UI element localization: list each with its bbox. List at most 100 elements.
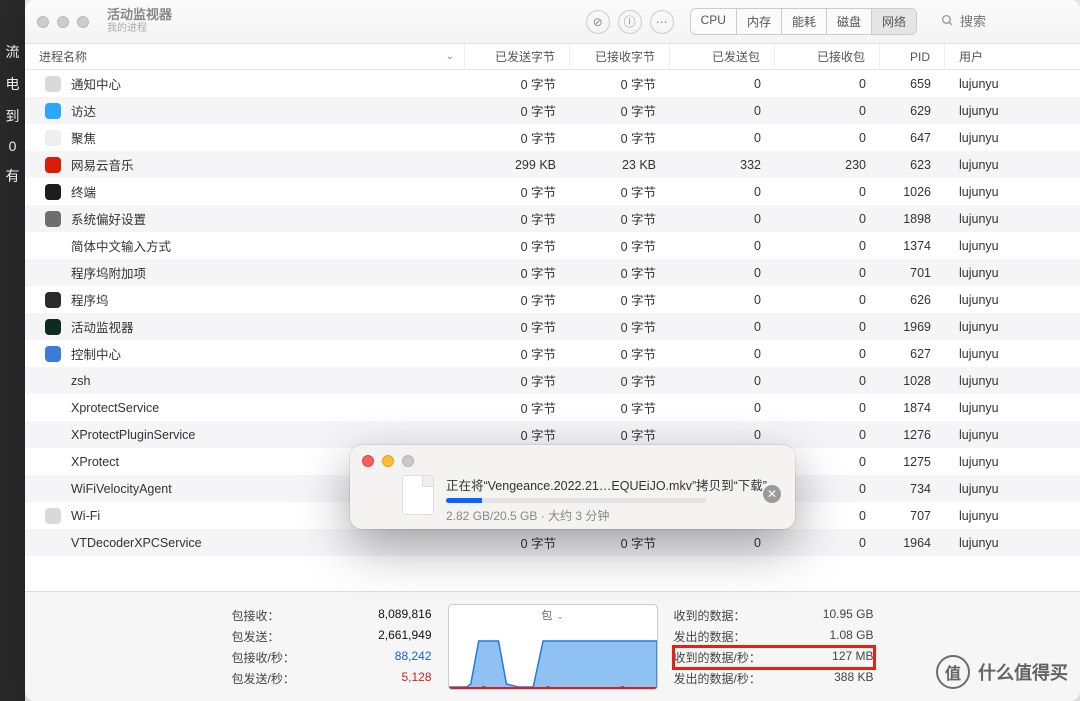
process-name: 访达 (71, 101, 96, 120)
cancel-copy-button[interactable]: ✕ (763, 485, 781, 503)
background-app-strip: 流电到0有 (0, 0, 25, 701)
process-name: 系统偏好设置 (71, 209, 146, 228)
col-header-recv-bytes[interactable]: 已接收字节 (570, 44, 670, 69)
process-icon (45, 211, 61, 227)
table-row[interactable]: 系统偏好设置0 字节0 字节001898lujunyu (25, 205, 1080, 232)
process-name: 程序坞附加项 (71, 263, 146, 282)
table-row[interactable]: 终端0 字节0 字节001026lujunyu (25, 178, 1080, 205)
window-subtitle: 我的进程 (107, 23, 172, 35)
process-icon (45, 508, 61, 524)
col-header-sent-pkts[interactable]: 已发送包 (670, 44, 775, 69)
stop-process-button[interactable]: ⊘ (586, 10, 610, 34)
table-row[interactable]: 程序坞附加项0 字节0 字节00701lujunyu (25, 259, 1080, 286)
table-row[interactable]: 通知中心0 字节0 字节00659lujunyu (25, 70, 1080, 97)
cell-recv-pkts: 0 (775, 320, 880, 334)
cell-recv-bytes: 0 字节 (570, 236, 670, 255)
process-icon (45, 292, 61, 308)
watermark-icon: 值 (936, 655, 970, 689)
process-icon (45, 427, 61, 443)
tab-网络[interactable]: 网络 (872, 9, 916, 34)
table-row[interactable]: XprotectService0 字节0 字节001874lujunyu (25, 394, 1080, 421)
search-input[interactable] (960, 14, 1060, 29)
col-header-recv-pkts[interactable]: 已接收包 (775, 44, 880, 69)
table-row[interactable]: 程序坞0 字节0 字节00626lujunyu (25, 286, 1080, 313)
cell-pid: 1964 (880, 536, 945, 550)
cell-sent-pkts: 0 (670, 428, 775, 442)
footer-stats: 包接收：8,089,816 包发送：2,661,949 包接收/秒：88,242… (25, 591, 1080, 701)
cell-user: lujunyu (945, 320, 1080, 334)
search-field[interactable] (933, 11, 1068, 33)
cell-recv-bytes: 0 字节 (570, 209, 670, 228)
cell-sent-pkts: 0 (670, 239, 775, 253)
col-header-sent-bytes[interactable]: 已发送字节 (465, 44, 570, 69)
cell-pid: 1969 (880, 320, 945, 334)
cell-recv-bytes: 0 字节 (570, 74, 670, 93)
cell-user: lujunyu (945, 509, 1080, 523)
table-row[interactable]: 聚焦0 字节0 字节00647lujunyu (25, 124, 1080, 151)
close-window-button[interactable] (37, 16, 49, 28)
process-name: zsh (71, 374, 90, 388)
table-row[interactable]: VTDecoderXPCService0 字节0 字节001964lujunyu (25, 529, 1080, 556)
cell-recv-bytes: 0 字节 (570, 263, 670, 282)
minimize-window-button[interactable] (57, 16, 69, 28)
cell-recv-bytes: 23 KB (570, 158, 670, 172)
process-name: 通知中心 (71, 74, 121, 93)
cell-sent-pkts: 0 (670, 131, 775, 145)
process-name: 控制中心 (71, 344, 121, 363)
popup-close-button[interactable] (362, 455, 374, 467)
table-row[interactable]: XProtectPluginService0 字节0 字节001276lujun… (25, 421, 1080, 448)
table-row[interactable]: 简体中文输入方式0 字节0 字节001374lujunyu (25, 232, 1080, 259)
cell-recv-pkts: 0 (775, 77, 880, 91)
tab-内存[interactable]: 内存 (737, 9, 782, 34)
table-row[interactable]: 网易云音乐299 KB23 KB332230623lujunyu (25, 151, 1080, 178)
process-name: WiFiVelocityAgent (71, 482, 172, 496)
cell-sent-pkts: 0 (670, 266, 775, 280)
cell-recv-pkts: 0 (775, 131, 880, 145)
table-row[interactable]: zsh0 字节0 字节001028lujunyu (25, 367, 1080, 394)
cell-pid: 626 (880, 293, 945, 307)
process-name: 聚焦 (71, 128, 96, 147)
cell-recv-pkts: 230 (775, 158, 880, 172)
popup-zoom-button[interactable] (402, 455, 414, 467)
cell-user: lujunyu (945, 104, 1080, 118)
search-icon (941, 14, 954, 30)
more-options-button[interactable]: ⋯ (650, 10, 674, 34)
cell-sent-bytes: 0 字节 (465, 371, 570, 390)
view-tabs: CPU内存能耗磁盘网络 (690, 8, 917, 35)
process-icon (45, 130, 61, 146)
info-button[interactable]: ⓘ (618, 10, 642, 34)
cell-recv-bytes: 0 字节 (570, 128, 670, 147)
col-header-pid[interactable]: PID (880, 44, 945, 69)
chevron-down-icon: ⌄ (556, 611, 564, 621)
cell-sent-bytes: 0 字节 (465, 263, 570, 282)
tab-磁盘[interactable]: 磁盘 (827, 9, 872, 34)
table-row[interactable]: 活动监视器0 字节0 字节001969lujunyu (25, 313, 1080, 340)
cell-recv-pkts: 0 (775, 401, 880, 415)
process-icon (45, 265, 61, 281)
cell-user: lujunyu (945, 374, 1080, 388)
cell-user: lujunyu (945, 482, 1080, 496)
process-icon (45, 346, 61, 362)
cell-sent-pkts: 0 (670, 320, 775, 334)
cell-recv-pkts: 0 (775, 293, 880, 307)
tab-能耗[interactable]: 能耗 (782, 9, 827, 34)
cell-recv-pkts: 0 (775, 347, 880, 361)
cell-sent-bytes: 0 字节 (465, 182, 570, 201)
copy-title: 正在将“Vengeance.2022.21…EQUEiJO.mkv”拷贝到“下载… (446, 475, 779, 494)
cell-sent-pkts: 0 (670, 347, 775, 361)
tab-CPU[interactable]: CPU (691, 9, 737, 34)
process-name: XProtectPluginService (71, 428, 195, 442)
cell-sent-bytes: 299 KB (465, 158, 570, 172)
cell-pid: 701 (880, 266, 945, 280)
col-header-user[interactable]: 用户 (945, 44, 1080, 69)
cell-recv-pkts: 0 (775, 212, 880, 226)
network-graph[interactable]: 包⌄ (448, 604, 658, 690)
zoom-window-button[interactable] (77, 16, 89, 28)
cell-recv-pkts: 0 (775, 266, 880, 280)
popup-minimize-button[interactable] (382, 455, 394, 467)
table-row[interactable]: 控制中心0 字节0 字节00627lujunyu (25, 340, 1080, 367)
col-header-name[interactable]: 进程名称 ⌄ (25, 44, 465, 69)
table-row[interactable]: 访达0 字节0 字节00629lujunyu (25, 97, 1080, 124)
cell-recv-bytes: 0 字节 (570, 101, 670, 120)
cell-sent-bytes: 0 字节 (465, 533, 570, 552)
